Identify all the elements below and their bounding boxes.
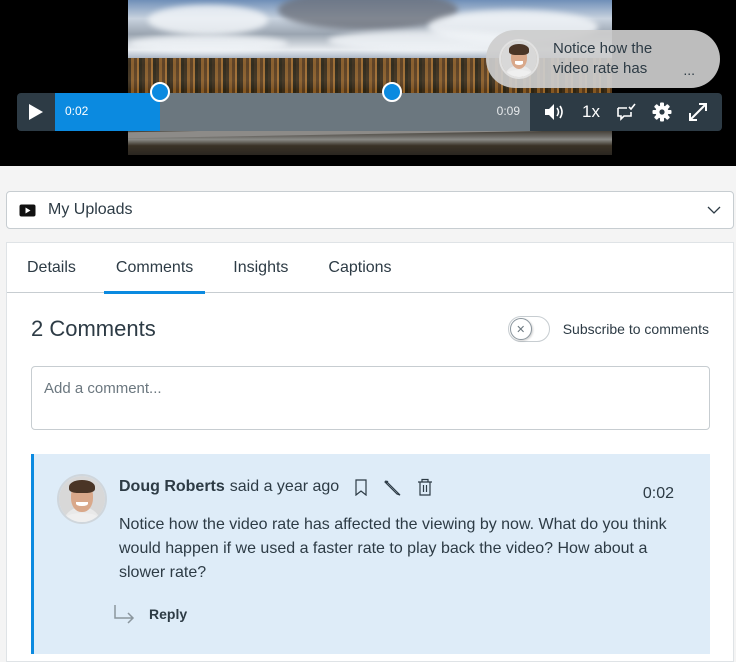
comment-timestamp[interactable]: 0:02 (643, 485, 674, 503)
current-time: 0:02 (65, 104, 89, 118)
player-controls: 0:02 0:09 1x (17, 82, 722, 131)
comments-heading: 2 Comments (31, 316, 156, 341)
video-player[interactable]: Notice how the video rate has ... 0:02 0… (0, 0, 736, 166)
my-uploads-label: My Uploads (48, 201, 133, 218)
subscribe-label: Subscribe to comments (562, 321, 709, 337)
play-icon (29, 104, 43, 120)
captions-icon (617, 103, 636, 121)
comment-item: Doug Roberts said a year ago 0:02 Notice (31, 454, 710, 654)
avatar (57, 474, 107, 524)
tab-insights[interactable]: Insights (221, 243, 300, 292)
comments-toggle-button[interactable] (616, 103, 636, 121)
play-button[interactable] (17, 93, 55, 131)
comment-marker[interactable] (382, 82, 403, 102)
tab-captions[interactable]: Captions (316, 243, 403, 292)
comment-body: Notice how the video rate has affected t… (119, 516, 667, 581)
total-time: 0:09 (496, 104, 520, 118)
pencil-icon (384, 480, 401, 496)
playback-speed-button[interactable]: 1x (582, 102, 600, 122)
my-uploads-dropdown[interactable]: My Uploads (6, 191, 734, 229)
fullscreen-button[interactable] (688, 102, 708, 122)
trash-icon (418, 478, 433, 496)
settings-icon (652, 102, 672, 122)
reply-arrow-icon (114, 605, 135, 624)
progress-bar[interactable]: 0:02 0:09 (55, 82, 530, 131)
close-icon: ✕ (516, 323, 526, 336)
subscribe-control: ✕ Subscribe to comments (507, 316, 709, 342)
media-panel: Details Comments Insights Captions 2 Com… (6, 242, 734, 662)
bookmark-icon (355, 478, 367, 496)
bubble-more[interactable]: ... (683, 62, 695, 78)
tab-details[interactable]: Details (15, 243, 88, 292)
reply-button[interactable]: Reply (113, 604, 187, 624)
volume-button[interactable] (544, 103, 566, 121)
fullscreen-icon (688, 103, 707, 121)
comment-marker[interactable] (149, 82, 170, 102)
avatar (499, 39, 539, 79)
comment-when: said a year ago (229, 478, 340, 495)
settings-button[interactable] (652, 102, 672, 122)
comment-author: Doug Roberts (119, 478, 225, 495)
reply-label: Reply (149, 606, 188, 622)
chevron-down-icon (707, 206, 721, 214)
tab-comments[interactable]: Comments (103, 243, 206, 294)
add-comment-input[interactable] (31, 366, 710, 430)
bubble-text: Notice how the video rate has (553, 40, 653, 77)
comment-preview-bubble[interactable]: Notice how the video rate has ... (486, 30, 720, 88)
delete-button[interactable] (417, 478, 433, 496)
edit-button[interactable] (383, 478, 401, 496)
subscribe-toggle[interactable]: ✕ (507, 316, 550, 342)
volume-icon (545, 104, 563, 120)
bookmark-button[interactable] (355, 478, 367, 496)
tab-bar: Details Comments Insights Captions (7, 243, 733, 294)
video-icon (19, 204, 36, 216)
